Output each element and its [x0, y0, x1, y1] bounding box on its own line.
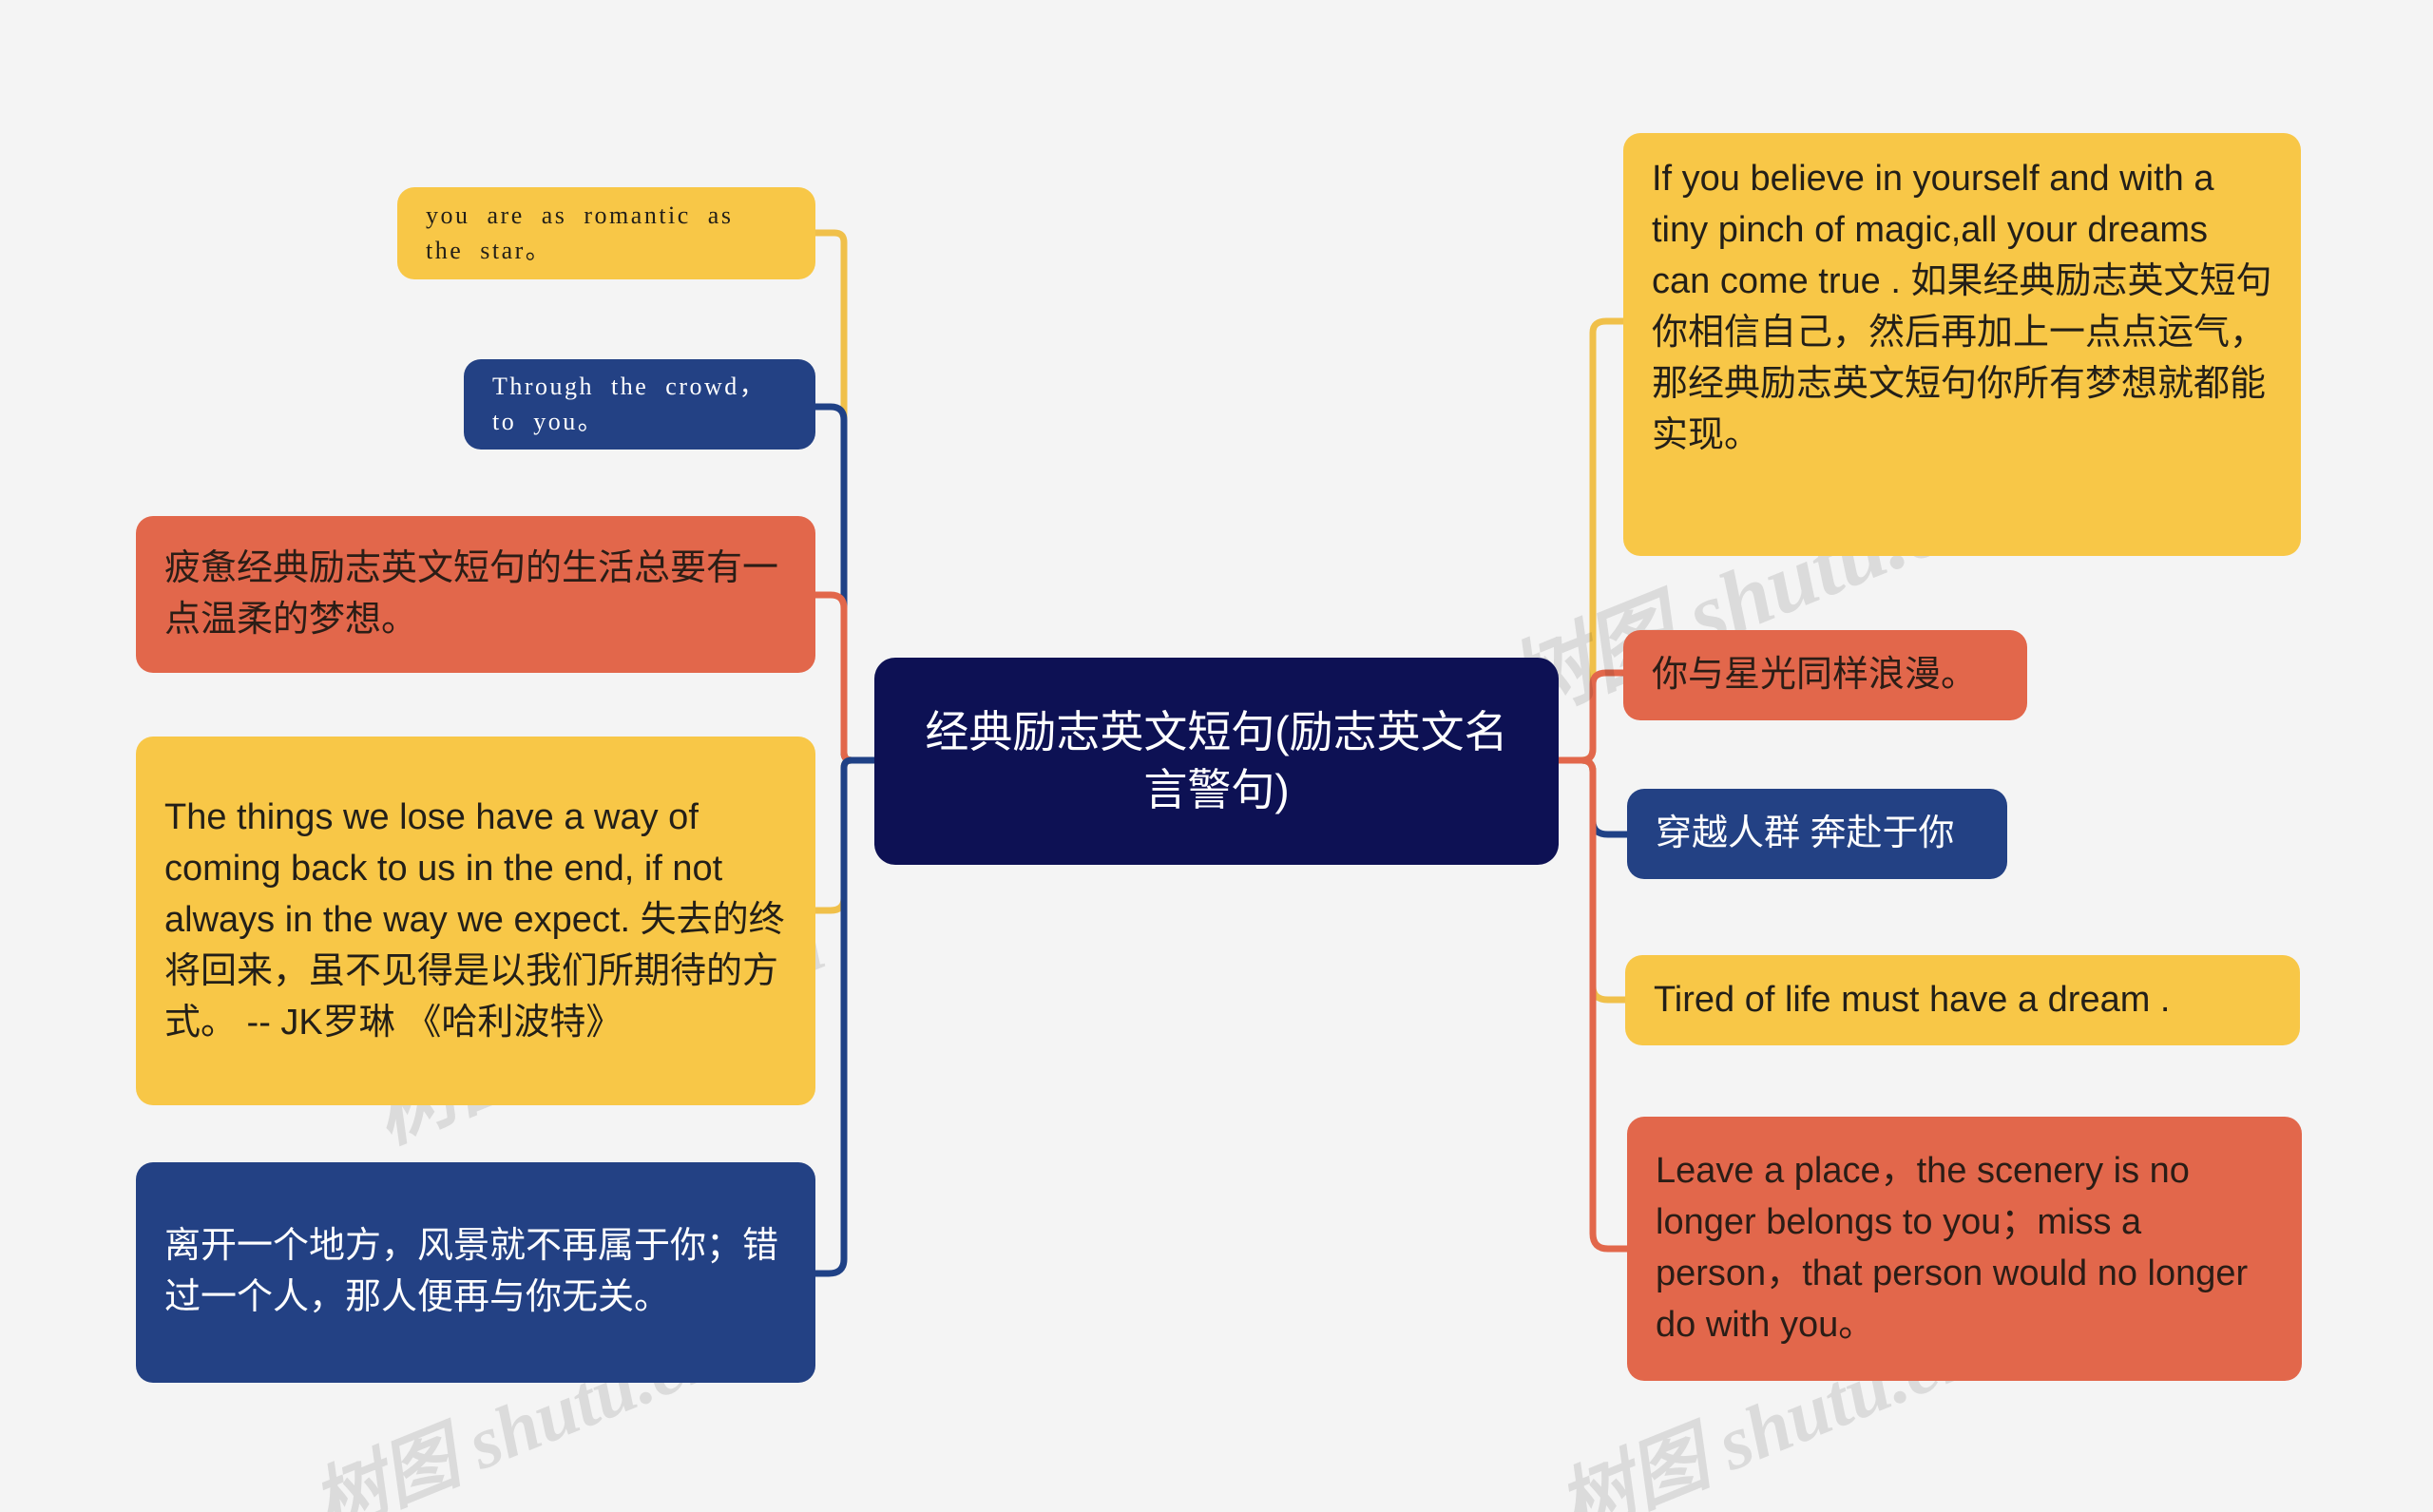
right-node-5[interactable]: Leave a place，the scenery is no longer b…: [1627, 1117, 2302, 1381]
right-node-4-label: Tired of life must have a dream .: [1654, 979, 2171, 1020]
link-left-4: [812, 756, 878, 914]
link-left-1: [812, 229, 878, 764]
right-node-5-label: Leave a place，the scenery is no longer b…: [1656, 1151, 2258, 1345]
center-node-label: 经典励志英文短句(励志英文名言警句): [925, 706, 1508, 814]
right-node-2[interactable]: 你与星光同样浪漫。: [1623, 630, 2027, 720]
right-node-4[interactable]: Tired of life must have a dream .: [1625, 955, 2300, 1045]
left-node-5[interactable]: 离开一个地方，风景就不再属于你；错过一个人，那人便再与你无关。: [136, 1162, 815, 1383]
mindmap-canvas: 树图 shutu.cn 树图 shutu.cn 树图 shutu.cn 树图 s…: [0, 0, 2433, 1512]
left-node-4[interactable]: The things we lose have a way of coming …: [136, 737, 815, 1105]
link-right-3: [1555, 756, 1631, 838]
link-left-3: [812, 591, 878, 764]
left-node-1-label: you are as romantic as the star。: [426, 201, 751, 264]
right-node-1-label: If you believe in yourself and with a ti…: [1652, 159, 2272, 455]
left-node-5-label: 离开一个地方，风景就不再属于你；错过一个人，那人便再与你无关。: [164, 1226, 779, 1317]
left-node-3-label: 疲惫经典励志英文短句的生活总要有一点温柔的梦想。: [164, 547, 779, 640]
right-node-2-label: 你与星光同样浪漫。: [1652, 654, 1978, 695]
left-node-1[interactable]: you are as romantic as the star。: [397, 187, 815, 279]
right-node-3[interactable]: 穿越人群 奔赴于你: [1627, 789, 2007, 879]
right-node-3-label: 穿越人群 奔赴于你: [1656, 813, 1955, 853]
link-right-4: [1555, 756, 1629, 1004]
left-node-3[interactable]: 疲惫经典励志英文短句的生活总要有一点温柔的梦想。: [136, 516, 815, 673]
center-node[interactable]: 经典励志英文短句(励志英文名言警句): [874, 658, 1559, 865]
link-right-5: [1555, 756, 1631, 1253]
left-node-4-label: The things we lose have a way of coming …: [164, 797, 785, 1043]
link-left-5: [812, 756, 878, 1277]
right-node-1[interactable]: If you believe in yourself and with a ti…: [1623, 133, 2301, 556]
left-node-2-label: Through the crowd，to you。: [492, 372, 767, 435]
link-left-2: [812, 403, 878, 764]
left-node-2[interactable]: Through the crowd，to you。: [464, 359, 815, 450]
